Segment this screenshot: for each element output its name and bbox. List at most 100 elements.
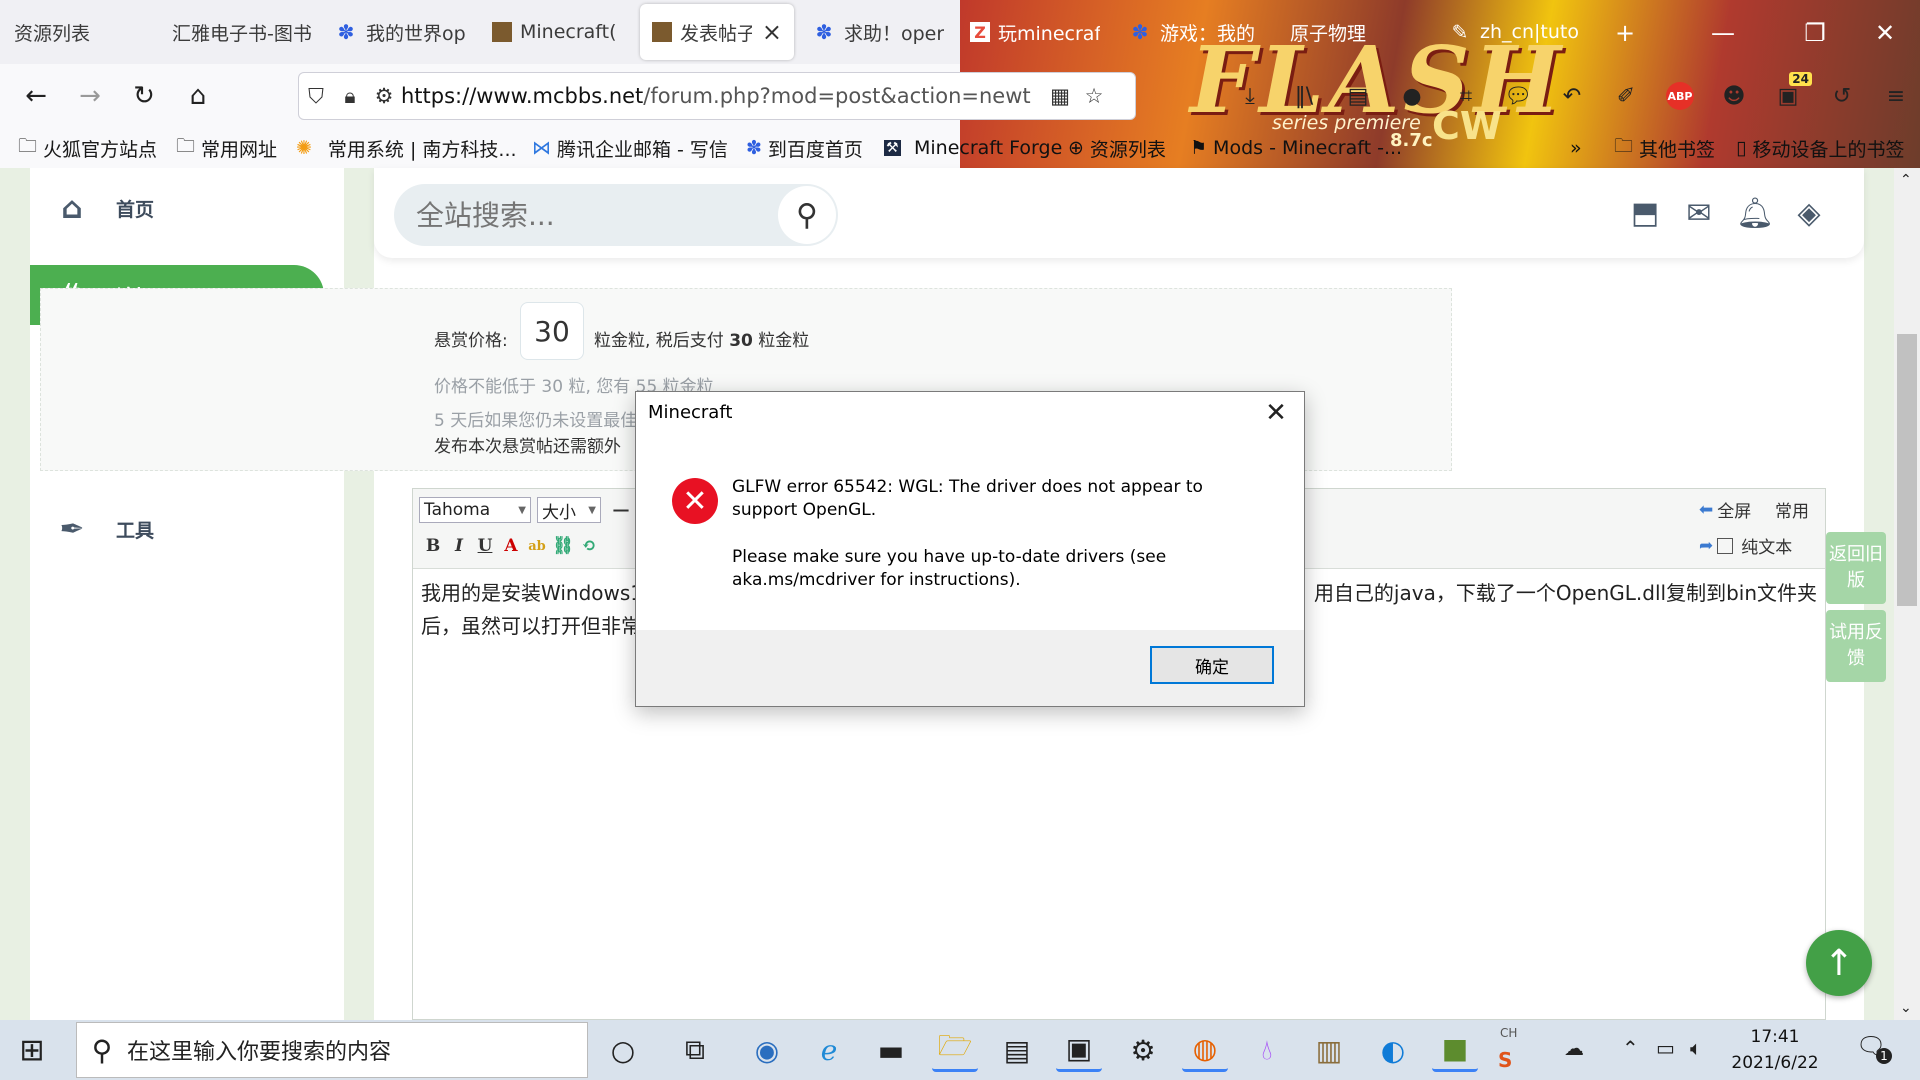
box-icon[interactable]: ⬒: [1622, 192, 1668, 234]
minecraft-launcher-icon[interactable]: ■: [1432, 1028, 1478, 1072]
tab-6[interactable]: ✽ 求助！oper: [812, 4, 950, 60]
bookmark-link[interactable]: ⚒: [884, 134, 907, 162]
underline-button[interactable]: U: [473, 533, 497, 559]
return-old-version-button[interactable]: 返回旧版: [1826, 532, 1886, 604]
home-button[interactable]: ⌂: [176, 74, 220, 118]
forward-button[interactable]: →: [68, 74, 112, 118]
settings-gear-icon[interactable]: ⚙: [1120, 1028, 1166, 1072]
font-color-icon[interactable]: A: [499, 533, 523, 559]
nav-item-home[interactable]: ⌂ 首页: [30, 178, 324, 238]
mail-icon[interactable]: ✉: [1676, 192, 1722, 234]
plaintext-toggle[interactable]: ➦ 纯文本: [1699, 533, 1792, 559]
bookmark-link[interactable]: ⚑ Mods - Minecraft -...: [1190, 134, 1402, 162]
bilibili-extension-icon[interactable]: ▣ 24: [1770, 72, 1812, 114]
paint-bucket-icon[interactable]: ◈: [1786, 192, 1832, 234]
tray-chevron-up-icon[interactable]: ⌃: [1622, 1036, 1639, 1060]
weather-icon[interactable]: ☁: [1564, 1036, 1584, 1060]
plaintext-checkbox[interactable]: [1717, 537, 1734, 554]
size-select[interactable]: 大小 ▼: [537, 497, 601, 523]
close-window-button[interactable]: ✕: [1862, 10, 1908, 56]
more-bookmarks-chevron-icon[interactable]: »: [1570, 134, 1582, 162]
bookmark-folder[interactable]: 🗀︎ 其他书签: [1614, 134, 1715, 162]
menu-icon[interactable]: ≡: [1878, 78, 1914, 114]
scrollbar-thumb[interactable]: [1897, 334, 1917, 606]
tab-3[interactable]: ✽ 我的世界op: [334, 4, 472, 60]
shield-icon[interactable]: ⛉: [299, 84, 333, 109]
tab-4[interactable]: Minecraft(: [492, 4, 622, 60]
bookmark-link[interactable]: ⋈ 腾讯企业邮箱 - 写信: [532, 134, 728, 162]
bookmark-link[interactable]: ✽ 到百度首页: [746, 134, 863, 162]
bookmark-folder[interactable]: 🗀︎ 常用网址: [176, 134, 277, 162]
extension-icon[interactable]: ✐: [1608, 78, 1644, 114]
close-tab-icon[interactable]: ×: [752, 18, 782, 46]
undo-icon[interactable]: ↶: [1554, 78, 1590, 114]
bold-button[interactable]: B: [421, 533, 445, 559]
bookmark-link[interactable]: ⊕ 资源列表: [1068, 134, 1166, 162]
terminal-icon[interactable]: ▬: [868, 1028, 914, 1072]
sync-icon[interactable]: ↺: [1824, 78, 1860, 114]
mail-app-icon[interactable]: ◉: [744, 1028, 790, 1072]
download-icon[interactable]: ⤓: [1232, 78, 1268, 114]
edge-icon[interactable]: ◐: [1370, 1028, 1416, 1072]
lock-icon[interactable]: 🔒︎: [333, 84, 367, 109]
scroll-app-icon[interactable]: ▥: [1306, 1028, 1352, 1072]
ok-button[interactable]: 确定: [1150, 646, 1274, 684]
system-clock[interactable]: 17:41 2021/6/22: [1720, 1024, 1830, 1076]
adblock-plus-icon[interactable]: ABP: [1662, 78, 1698, 114]
bookmark-folder[interactable]: 🗀︎ 火狐官方站点: [18, 134, 157, 162]
task-view-icon[interactable]: ⧉: [672, 1028, 718, 1072]
minimize-button[interactable]: —: [1700, 10, 1746, 56]
fullscreen-button[interactable]: ⬅ 全屏: [1699, 497, 1751, 523]
ime-indicator[interactable]: CH: [1500, 1026, 1517, 1040]
account-icon[interactable]: ●: [1394, 78, 1430, 114]
windows-start-icon[interactable]: ⊞: [14, 1032, 50, 1068]
cat-extension-icon[interactable]: ☻: [1716, 78, 1752, 114]
unlink-icon[interactable]: ⟲: [577, 533, 601, 559]
back-button[interactable]: ←: [14, 74, 58, 118]
screenshot-icon[interactable]: ⌗: [1448, 78, 1484, 114]
reader-view-icon[interactable]: ▤: [1340, 78, 1376, 114]
tab-1[interactable]: 资源列表: [14, 4, 164, 60]
permissions-icon[interactable]: ⚙: [367, 84, 401, 108]
taskbar-search-box[interactable]: ⚲ 在这里输入你要搜索的内容: [76, 1022, 588, 1078]
tab-8[interactable]: ✽ 游戏：我的: [1128, 4, 1254, 60]
font-select[interactable]: Tahoma ▼: [419, 497, 531, 523]
tab-2[interactable]: 汇雅电子书-图书: [172, 4, 312, 60]
url-text[interactable]: https://www.mcbbs.net/forum.php?mod=post…: [401, 84, 1031, 108]
chat-extension-icon[interactable]: 💬︎: [1500, 78, 1536, 114]
scroll-to-top-arrow-icon[interactable]: ↑: [1806, 930, 1872, 996]
italic-button[interactable]: I: [447, 533, 471, 559]
scroll-down-icon[interactable]: ⌄: [1900, 1000, 1912, 1016]
internet-explorer-icon[interactable]: ℯ: [806, 1028, 852, 1072]
reload-button[interactable]: ↻: [122, 74, 166, 118]
tab-10[interactable]: ✎ zh_cn|tutor: [1448, 4, 1578, 60]
scroll-up-icon[interactable]: ⌃: [1900, 172, 1912, 188]
tab-7[interactable]: Z 玩minecraf: [970, 4, 1100, 60]
tab-9[interactable]: 原子物理: [1290, 4, 1400, 60]
bookmark-folder[interactable]: ▯ 移动设备上的书签: [1736, 134, 1904, 162]
battery-icon[interactable]: ▭: [1656, 1036, 1675, 1060]
search-box[interactable]: ⚲: [394, 184, 838, 246]
common-button[interactable]: 常用: [1775, 497, 1809, 522]
close-icon[interactable]: ✕: [1256, 396, 1296, 430]
horizontal-rule-icon[interactable]: —: [609, 497, 633, 523]
feedback-button[interactable]: 试用反馈: [1826, 610, 1886, 682]
tab-5-active[interactable]: 发表帖子 ×: [640, 4, 794, 60]
ime-s-icon[interactable]: S: [1498, 1048, 1512, 1072]
nav-item-tools[interactable]: ✒ 工具: [30, 499, 324, 559]
cortana-icon[interactable]: ○: [600, 1028, 646, 1072]
reward-price-input[interactable]: 30: [520, 302, 584, 360]
new-tab-button[interactable]: +: [1602, 10, 1648, 56]
file-explorer-icon[interactable]: 🗁︎: [932, 1028, 978, 1072]
drop-app-icon[interactable]: 💧︎: [1244, 1028, 1290, 1072]
page-scrollbar[interactable]: ⌃ ⌄: [1894, 168, 1920, 1020]
bookmark-link[interactable]: Minecraft Forge: [914, 134, 1062, 162]
volume-icon[interactable]: 🔈︎: [1690, 1036, 1702, 1060]
intellij-idea-icon[interactable]: ▣: [1056, 1028, 1102, 1072]
bell-icon[interactable]: 🔔︎: [1732, 192, 1778, 234]
firefox-icon[interactable]: ◍: [1182, 1028, 1228, 1072]
bookmark-link[interactable]: ✺ 常用系统 | 南方科技...: [296, 134, 517, 162]
background-color-icon[interactable]: ab: [525, 533, 549, 559]
maximize-button[interactable]: ❐: [1792, 10, 1838, 56]
search-input[interactable]: [416, 198, 756, 232]
